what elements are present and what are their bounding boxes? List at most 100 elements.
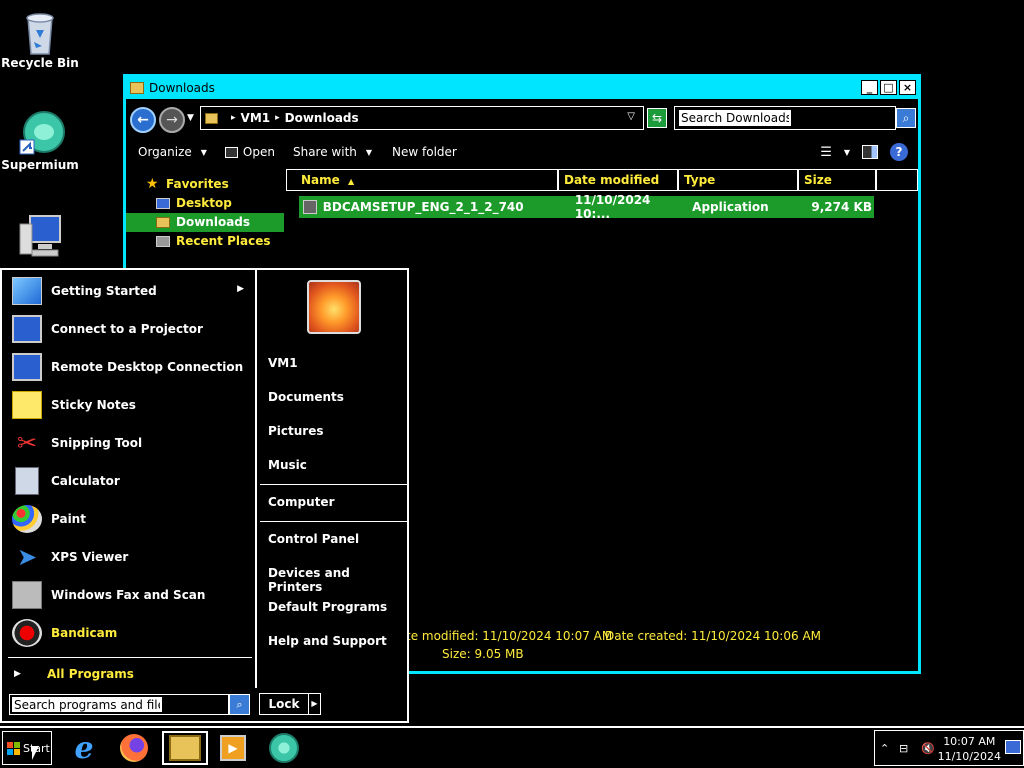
- program-remote-desktop[interactable]: Remote Desktop Connection: [4, 348, 254, 386]
- program-label: Calculator: [51, 474, 120, 488]
- nav-item-desktop[interactable]: Desktop: [126, 194, 284, 213]
- nav-item-downloads[interactable]: Downloads: [126, 213, 284, 232]
- windows-logo-icon: [7, 741, 20, 755]
- mouse-cursor-icon: [32, 746, 39, 760]
- program-calculator[interactable]: Calculator: [4, 462, 254, 500]
- search-input[interactable]: [679, 110, 791, 126]
- link-user[interactable]: VM1: [268, 356, 298, 370]
- search-icon[interactable]: ⌕: [229, 694, 250, 715]
- refresh-icon[interactable]: ⇆: [647, 108, 667, 128]
- file-type: Application: [692, 200, 769, 214]
- breadcrumb-item-vm1[interactable]: VM1: [241, 111, 271, 125]
- open-label: Open: [242, 145, 275, 159]
- program-bandicam[interactable]: Bandicam: [4, 614, 254, 652]
- desktop-icon-computer[interactable]: [0, 214, 80, 262]
- internet-explorer-icon: e: [74, 730, 94, 766]
- chevron-right-icon[interactable]: ▸: [275, 113, 280, 123]
- forward-arrow-icon[interactable]: →: [159, 107, 185, 133]
- clock[interactable]: 10:07 AM 11/10/2024: [938, 734, 1001, 764]
- column-header-name[interactable]: Name ▲: [286, 169, 558, 191]
- link-default-programs[interactable]: Default Programs: [268, 600, 387, 614]
- chevron-down-icon: ▼: [200, 147, 207, 157]
- open-button[interactable]: Open: [224, 145, 275, 159]
- desktop-icon-label: Recycle Bin: [1, 56, 79, 70]
- share-with-button[interactable]: Share with ▼: [293, 145, 372, 159]
- search-icon[interactable]: ⌕: [896, 108, 916, 128]
- column-header-date-modified[interactable]: Date modified: [558, 169, 678, 191]
- link-pictures[interactable]: Pictures: [268, 424, 324, 438]
- view-options-icon[interactable]: ☰: [820, 145, 832, 160]
- detail-size: Size: 9.05 MB: [442, 647, 524, 661]
- program-paint[interactable]: Paint: [4, 500, 254, 538]
- notification-area: ⌃ ⊟ 🔇 10:07 AM 11/10/2024: [874, 730, 1024, 766]
- navigation-pane: ★ Favorites Desktop Downloads Recent Pla…: [126, 175, 284, 251]
- desktop-icon-supermium[interactable]: Supermium: [0, 110, 80, 172]
- new-folder-button[interactable]: New folder: [392, 145, 457, 159]
- nav-label: Desktop: [176, 196, 232, 210]
- network-icon[interactable]: ⊟: [899, 742, 908, 755]
- volume-muted-icon[interactable]: 🔇: [921, 742, 935, 755]
- link-music[interactable]: Music: [268, 458, 307, 472]
- program-xps-viewer[interactable]: ➤ XPS Viewer: [4, 538, 254, 576]
- back-arrow-icon[interactable]: ←: [130, 107, 156, 133]
- program-getting-started[interactable]: Getting Started ▶: [4, 272, 254, 310]
- maximize-button[interactable]: □: [880, 80, 897, 95]
- program-connect-projector[interactable]: Connect to a Projector: [4, 310, 254, 348]
- taskbar-firefox[interactable]: [114, 731, 154, 765]
- power-options-arrow-icon[interactable]: ▶: [308, 693, 321, 715]
- taskbar-media-player[interactable]: ▶: [213, 731, 253, 765]
- program-label: Getting Started: [51, 284, 157, 298]
- all-programs-button[interactable]: ▶ All Programs: [4, 663, 254, 685]
- desktop-icon-recycle-bin[interactable]: Recycle Bin: [0, 8, 80, 70]
- preview-pane-icon[interactable]: [862, 145, 878, 159]
- help-icon[interactable]: ?: [890, 143, 908, 161]
- new-folder-label: New folder: [392, 145, 457, 159]
- column-header-size[interactable]: Size: [798, 169, 876, 191]
- column-header-blank[interactable]: [876, 169, 918, 191]
- link-computer[interactable]: Computer: [268, 495, 334, 509]
- chevron-right-icon[interactable]: ▸: [231, 113, 236, 123]
- window-titlebar[interactable]: Downloads _ □ ×: [126, 77, 918, 99]
- program-label: Sticky Notes: [51, 398, 136, 412]
- column-label: Name: [301, 173, 340, 187]
- link-documents[interactable]: Documents: [268, 390, 344, 404]
- chevron-right-icon: ▶: [14, 669, 21, 679]
- chevron-down-icon[interactable]: ▼: [844, 148, 850, 157]
- program-sticky-notes[interactable]: Sticky Notes: [4, 386, 254, 424]
- breadcrumb[interactable]: ▸ VM1 ▸ Downloads ▽: [200, 106, 644, 130]
- close-button[interactable]: ×: [899, 80, 916, 95]
- program-snipping-tool[interactable]: ✂ Snipping Tool: [4, 424, 254, 462]
- taskbar-supermium[interactable]: [264, 731, 304, 765]
- chevron-down-icon[interactable]: ▽: [627, 111, 635, 122]
- start-menu: Getting Started ▶ Connect to a Projector…: [0, 268, 409, 723]
- sticky-notes-icon: [12, 391, 42, 419]
- nav-label: Favorites: [166, 177, 229, 191]
- column-header-type[interactable]: Type: [678, 169, 798, 191]
- link-help-support[interactable]: Help and Support: [268, 634, 387, 648]
- desktop-icon: [156, 198, 170, 209]
- link-control-panel[interactable]: Control Panel: [268, 532, 359, 546]
- calculator-icon: [15, 467, 39, 495]
- program-fax-scan[interactable]: Windows Fax and Scan: [4, 576, 254, 614]
- chevron-up-icon[interactable]: ⌃: [880, 742, 889, 755]
- taskbar-explorer[interactable]: [162, 731, 208, 765]
- nav-item-recent-places[interactable]: Recent Places: [126, 232, 284, 251]
- address-bar-row: ← → ▼ ▸ VM1 ▸ Downloads ▽ ⇆ ⌕: [126, 103, 918, 135]
- start-button[interactable]: Start: [2, 731, 52, 765]
- table-row[interactable]: BDCAMSETUP_ENG_2_1_2_740 11/10/2024 10:.…: [299, 193, 874, 221]
- nav-item-favorites[interactable]: ★ Favorites: [126, 175, 284, 194]
- breadcrumb-item-downloads[interactable]: Downloads: [285, 111, 359, 125]
- search-box[interactable]: [674, 106, 896, 130]
- link-devices-printers[interactable]: Devices and Printers: [268, 566, 407, 594]
- organize-button[interactable]: Organize ▼: [138, 145, 207, 159]
- start-search-box[interactable]: [9, 694, 229, 715]
- taskbar-internet-explorer[interactable]: e: [64, 730, 104, 766]
- history-dropdown-icon[interactable]: ▼: [187, 113, 194, 123]
- start-search-input[interactable]: [12, 697, 162, 712]
- clock-time: 10:07 AM: [943, 735, 996, 748]
- program-label: XPS Viewer: [51, 550, 129, 564]
- lock-button[interactable]: Lock: [259, 693, 309, 715]
- show-desktop-icon[interactable]: [1005, 740, 1021, 754]
- minimize-button[interactable]: _: [861, 80, 878, 95]
- avatar[interactable]: [307, 280, 361, 334]
